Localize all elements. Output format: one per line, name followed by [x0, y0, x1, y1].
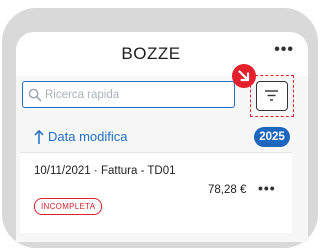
status-badge: INCOMPLETA [34, 198, 103, 215]
search-box[interactable] [22, 81, 235, 108]
page-title: BOZZE [121, 44, 181, 63]
filter-lines-icon [265, 90, 278, 101]
document-date: 10/11/2021 [34, 165, 91, 177]
document-info: 10/11/2021 · Fattura - TD01 [34, 165, 176, 177]
top-bar: BOZZE ••• [16, 32, 308, 76]
document-separator: · [93, 165, 98, 177]
document-type: Fattura - TD01 [100, 165, 176, 177]
arrow-down-right-icon [238, 70, 250, 82]
filter-button[interactable] [256, 81, 288, 111]
sort-label: Data modifica [48, 129, 128, 144]
pointer-badge [232, 64, 256, 88]
search-icon [28, 88, 42, 102]
more-horizontal-icon[interactable]: ••• [274, 41, 294, 59]
more-horizontal-icon[interactable]: ••• [258, 180, 276, 196]
year-filter-pill[interactable]: 2025 [254, 127, 290, 147]
sort-toggle[interactable]: Data modifica [34, 128, 244, 146]
document-amount: 78,28 € [208, 184, 247, 196]
arrow-up-icon [34, 129, 44, 144]
list-item[interactable]: 10/11/2021 · Fattura - TD01 78,28 € ••• … [20, 153, 292, 233]
search-input[interactable] [45, 86, 230, 104]
